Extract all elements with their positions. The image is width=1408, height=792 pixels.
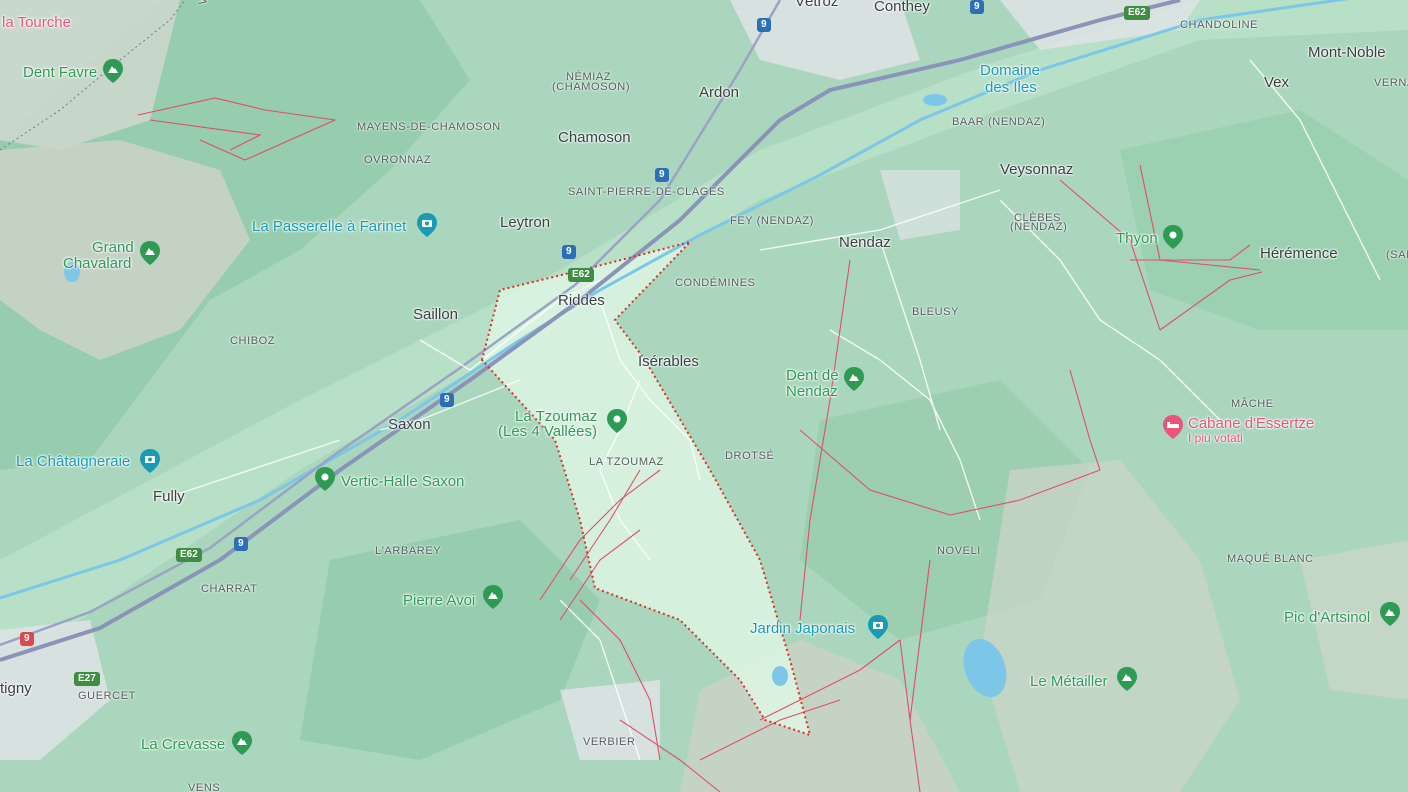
road-shield: E62 [176,548,202,562]
map-label[interactable]: Ardon [699,85,739,101]
map-label[interactable]: Dent de [786,368,839,384]
place-pin-icon[interactable] [314,466,336,492]
map-label[interactable]: Pierre Avoi [403,593,475,609]
map-label[interactable]: MÂCHE [1231,398,1274,411]
map-label[interactable]: des Iles [985,80,1037,96]
place-pin-icon[interactable] [606,408,628,434]
hotel-pin-icon[interactable] [1162,414,1184,440]
map-label[interactable]: VENS [188,782,220,792]
map-label[interactable]: Thyon [1116,231,1158,247]
road-shield: 9 [234,537,248,551]
road-shield: 9 [440,393,454,407]
map-label[interactable]: L'ARBAREY [375,545,441,558]
road-shield: 9 [562,245,576,259]
map-label[interactable]: Isérables [638,354,699,370]
map-label[interactable]: CONDÉMINES [675,277,756,290]
map-label[interactable]: Veysonnaz [1000,162,1073,178]
map-label[interactable]: La Crevasse [141,737,225,753]
map-label[interactable]: FEY (NENDAZ) [730,215,814,228]
map-label[interactable]: Le Métailler [1030,674,1108,690]
map-label[interactable]: Riddes [558,293,605,309]
map-label[interactable]: Hérémence [1260,246,1338,262]
place-pin-icon[interactable] [1162,224,1184,250]
map-label[interactable]: la Tourche [2,15,71,31]
map-label[interactable]: Dent Favre [23,65,97,81]
map-label[interactable]: MAQUÉ BLANC [1227,553,1314,566]
map-label[interactable]: Vétroz [795,0,838,10]
map-label[interactable]: MAYENS-DE-CHAMOSON [357,121,501,134]
map-label[interactable]: CHIBOZ [230,335,275,348]
map-canvas[interactable]: 9 9 E62 9 9 E62 9 E62 9 9 E27 la Tourche… [0,0,1408,792]
map-label[interactable]: Conthey [874,0,930,15]
lake [923,94,947,106]
map-label[interactable]: CHANDOLINE [1180,19,1258,32]
mountain-pin-icon[interactable] [102,58,124,84]
map-label[interactable]: Vertic-Halle Saxon [341,474,464,490]
camera-pin-icon[interactable] [867,614,889,640]
mountain-pin-icon[interactable] [843,366,865,392]
map-label[interactable]: GUERCET [78,690,136,703]
map-label[interactable]: VERNA [1374,77,1408,90]
map-label[interactable]: OVRONNAZ [364,154,431,167]
road-shield: E62 [568,268,594,282]
road-shield: E27 [74,672,100,686]
road-shield: 9 [20,632,34,646]
map-label[interactable]: NOVELI [937,545,981,558]
map-label[interactable]: VERBIER [583,736,636,749]
map-label[interactable]: Saillon [413,307,458,323]
map-label[interactable]: LA TZOUMAZ [589,456,664,469]
mountain-pin-icon[interactable] [1379,601,1401,627]
map-label[interactable]: Fully [153,489,185,505]
map-label[interactable]: Mont-Noble [1308,45,1386,61]
map-label[interactable]: DROTSÉ [725,450,774,463]
map-label[interactable]: Domaine [980,63,1040,79]
road-shield: 9 [970,0,984,14]
map-label[interactable]: Leytron [500,215,550,231]
road-shield: E62 [1124,6,1150,20]
map-label[interactable]: Cabane d'Essertze [1188,416,1314,432]
map-label[interactable]: BAAR (NENDAZ) [952,116,1045,129]
map-label[interactable]: La Passerelle à Farinet [252,219,406,235]
map-label[interactable]: SAINT-PIERRE-DE-CLAGES [568,186,725,199]
map-label[interactable]: Jardin Japonais [750,621,855,637]
map-label[interactable]: Chavalard [63,256,131,272]
map-label[interactable]: (NENDAZ) [1010,221,1067,234]
map-label[interactable]: Grand [92,240,134,256]
map-label[interactable]: CHARRAT [201,583,258,596]
map-label[interactable]: La Châtaigneraie [16,454,130,470]
road-shield: 9 [757,18,771,32]
map-label[interactable]: I più votati [1188,432,1243,445]
map-label[interactable]: BLEUSY [912,306,959,319]
map-label[interactable]: (Les 4 Vallées) [498,424,597,440]
map-label[interactable]: Saxon [388,417,431,433]
map-base-layer [0,0,1408,792]
mountain-pin-icon[interactable] [139,240,161,266]
map-label[interactable]: Nendaz [839,235,891,251]
road-shield: 9 [655,168,669,182]
map-label[interactable]: tigny [0,681,32,697]
map-label[interactable]: Vex [1264,75,1289,91]
mountain-pin-icon[interactable] [482,584,504,610]
camera-pin-icon[interactable] [139,448,161,474]
lake [772,666,788,686]
mountain-pin-icon[interactable] [231,730,253,756]
map-label[interactable]: Pic d'Artsinol [1284,610,1370,626]
map-label[interactable]: Chamoson [558,130,631,146]
map-label[interactable]: (CHAMOSON) [552,81,630,94]
camera-pin-icon[interactable] [416,212,438,238]
map-label[interactable]: Nendaz [786,384,838,400]
map-label[interactable]: (SAI [1386,249,1408,262]
mountain-pin-icon[interactable] [1116,666,1138,692]
